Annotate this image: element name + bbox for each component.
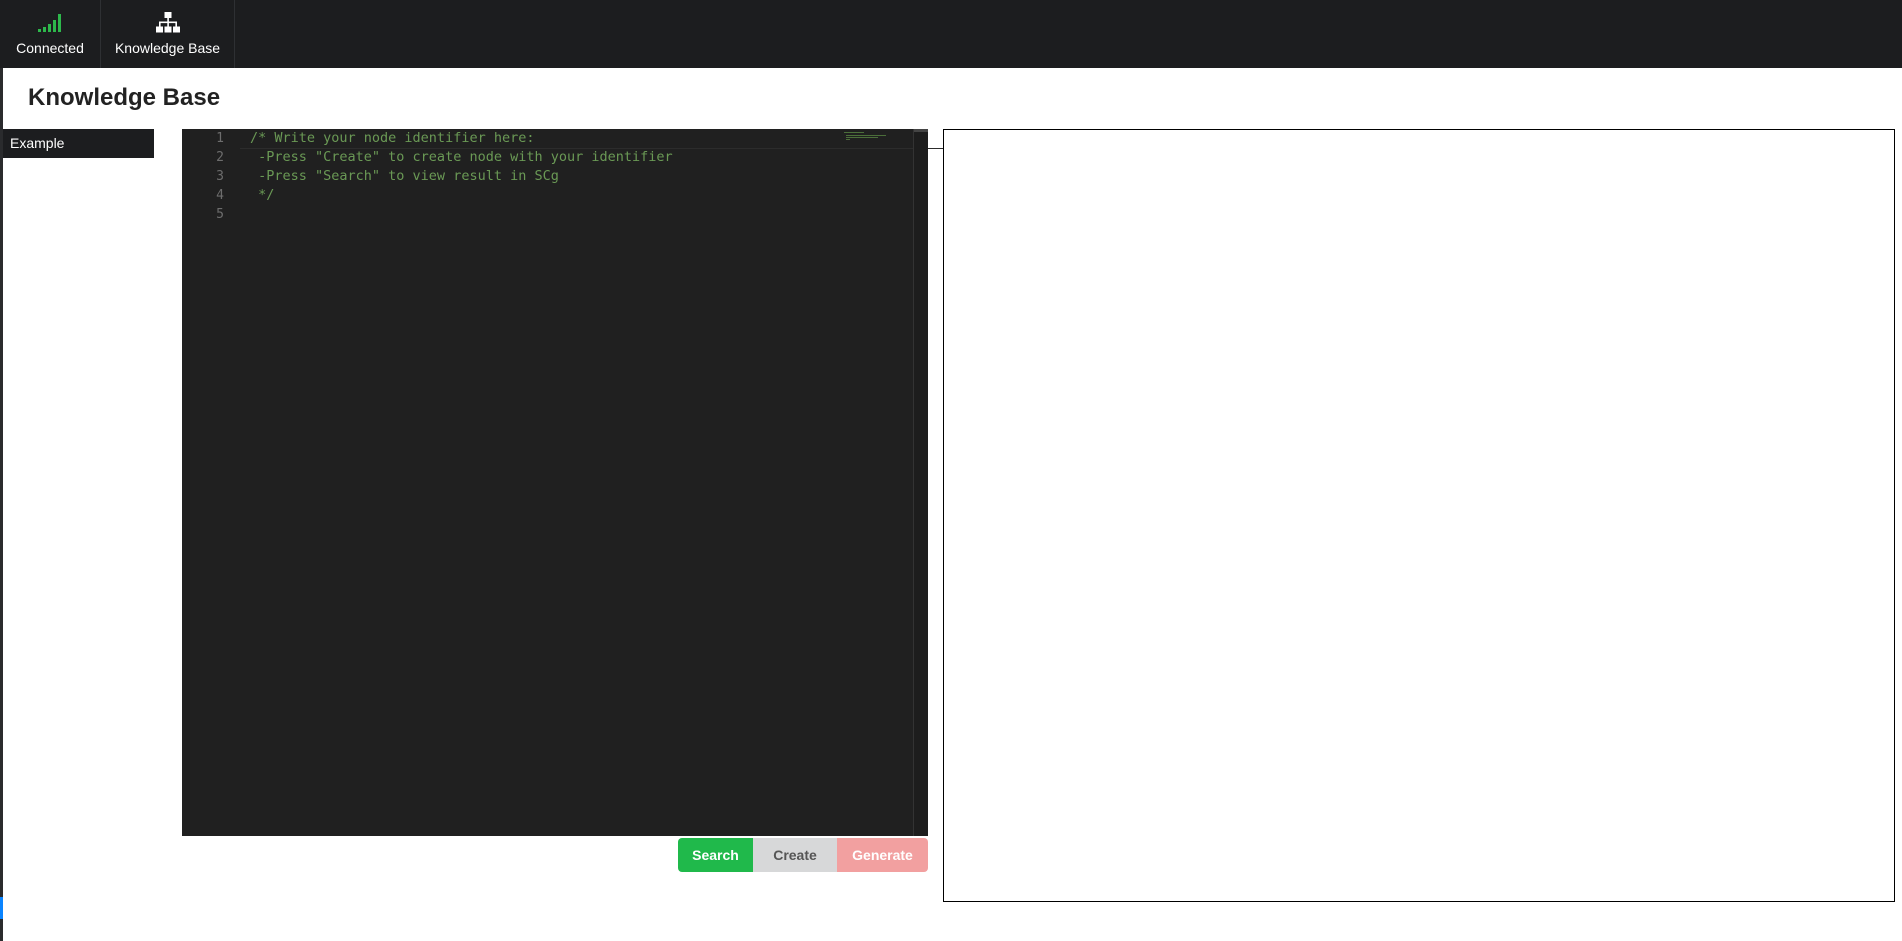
line-number-gutter: 1 2 3 4 5 bbox=[182, 129, 240, 836]
search-button[interactable]: Search bbox=[678, 838, 753, 872]
editor-minimap[interactable] bbox=[844, 131, 904, 143]
editor-scrollbar[interactable] bbox=[913, 129, 928, 836]
left-edge-strip bbox=[0, 68, 3, 941]
line-number: 4 bbox=[216, 188, 224, 203]
nav-connected[interactable]: Connected bbox=[0, 0, 101, 68]
line-number: 3 bbox=[216, 169, 224, 184]
left-edge-marker bbox=[0, 897, 3, 919]
signal-bars-icon bbox=[37, 12, 63, 35]
line-number: 1 bbox=[216, 131, 224, 146]
nav-connected-label: Connected bbox=[16, 40, 84, 56]
code-line: -Press "Search" to view result in SCg bbox=[250, 168, 559, 184]
editor-scrollbar-cap bbox=[914, 129, 928, 132]
code-line: */ bbox=[250, 187, 275, 203]
code-editor[interactable]: 1 2 3 4 5 /* Write your node identifier … bbox=[182, 129, 1026, 836]
code-line: /* Write your node identifier here: bbox=[250, 130, 535, 146]
example-item[interactable]: Example bbox=[3, 129, 154, 158]
examples-list: Example bbox=[3, 129, 154, 158]
result-panel[interactable] bbox=[943, 129, 1895, 902]
generate-button[interactable]: Generate bbox=[837, 838, 928, 872]
line-number: 5 bbox=[216, 207, 224, 222]
create-button[interactable]: Create bbox=[753, 838, 837, 872]
page-title: Knowledge Base bbox=[28, 84, 221, 111]
line-number: 2 bbox=[216, 150, 224, 165]
sitemap-icon bbox=[155, 12, 180, 37]
nav-knowledge-base-label: Knowledge Base bbox=[114, 40, 221, 56]
code-line: -Press "Create" to create node with your… bbox=[250, 149, 673, 165]
top-navbar: Connected Knowledge Base bbox=[0, 0, 1902, 68]
nav-knowledge-base[interactable]: Knowledge Base bbox=[101, 0, 235, 68]
